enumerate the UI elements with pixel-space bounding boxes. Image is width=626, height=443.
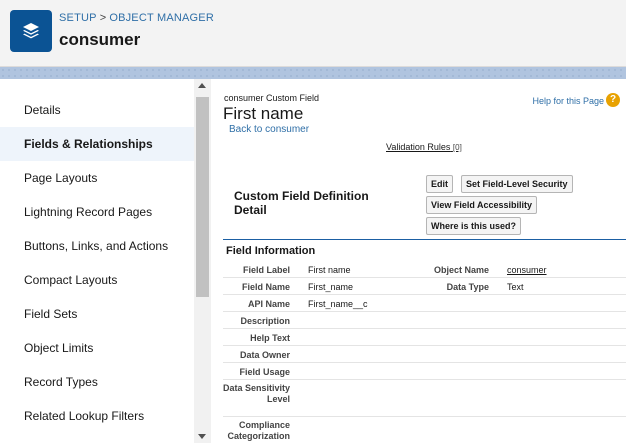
breadcrumb-object-manager-link[interactable]: OBJECT MANAGER [109,12,214,24]
object-name-label: Object Name [433,265,489,275]
description-label: Description [240,316,290,326]
field-label-label: Field Label [242,265,290,275]
sidebar-item-fields-relationships[interactable]: Fields & Relationships [0,127,194,161]
breadcrumb: SETUP > OBJECT MANAGER [59,12,214,24]
back-link[interactable]: Back to consumer [229,124,309,135]
page-title: First name [223,104,304,123]
help-text-label: Help Text [250,333,290,343]
help-icon[interactable]: ? [606,93,620,107]
sidebar-item-details[interactable]: Details [0,93,194,127]
sidebar-item-buttons-links-actions[interactable]: Buttons, Links, and Actions [0,229,194,263]
sidebar-item-compact-layouts[interactable]: Compact Layouts [0,263,194,297]
set-field-level-security-button[interactable]: Set Field-Level Security [461,175,573,193]
table-row: Field Usage [223,363,626,380]
validation-rules-link[interactable]: Validation Rules [0] [386,142,462,152]
section-divider [223,239,626,240]
object-name-link[interactable]: consumer [507,265,547,275]
data-type-label: Data Type [446,282,489,292]
table-row: Description [223,312,626,329]
edit-button[interactable]: Edit [426,175,453,193]
page-subtitle: consumer Custom Field [224,93,320,103]
sidebar-item-related-lookup-filters[interactable]: Related Lookup Filters [0,399,194,433]
data-owner-label: Data Owner [239,350,290,360]
decorative-stripe [0,67,626,79]
help-link[interactable]: Help for this Page [532,96,604,106]
table-row: API Name First_name__c [223,295,626,312]
scroll-thumb[interactable] [196,97,209,297]
layers-icon [10,10,52,52]
table-row: Help Text [223,329,626,346]
breadcrumb-separator: > [99,12,107,24]
sidebar: Details Fields & Relationships Page Layo… [0,79,194,443]
sidebar-item-field-sets[interactable]: Field Sets [0,297,194,331]
table-row: Data Owner [223,346,626,363]
sidebar-item-record-types[interactable]: Record Types [0,365,194,399]
field-name-value: First_name [308,282,354,292]
compliance-categorization-label: Compliance Categorization [227,420,290,441]
field-name-label: Field Name [241,282,290,292]
validation-rules-count: [0] [452,143,462,152]
table-row: Field Label First name Object Name consu… [223,261,626,278]
scroll-up-arrow-icon[interactable] [198,83,206,88]
page-header: SETUP > OBJECT MANAGER consumer [0,0,626,67]
main-content: consumer Custom Field First name Back to… [216,79,626,443]
view-field-accessibility-button[interactable]: View Field Accessibility [426,196,538,214]
data-sensitivity-level-label: Data Sensitivity Level [222,383,290,404]
field-label-value: First name [308,265,351,275]
table-row: Data Sensitivity Level [223,380,626,417]
validation-rules-label[interactable]: Validation Rules [386,142,450,152]
sidebar-scrollbar[interactable] [194,79,211,443]
object-title: consumer [59,30,141,49]
section-header: Custom Field Definition Detail [234,189,369,217]
sidebar-item-lightning-record-pages[interactable]: Lightning Record Pages [0,195,194,229]
sidebar-item-page-layouts[interactable]: Page Layouts [0,161,194,195]
breadcrumb-setup-link[interactable]: SETUP [59,12,97,24]
table-row: Field Name First_name Data Type Text [223,278,626,295]
where-is-this-used-button[interactable]: Where is this used? [426,217,522,235]
api-name-label: API Name [247,299,290,309]
data-type-value: Text [507,282,524,292]
field-information-title: Field Information [226,245,316,257]
field-usage-label: Field Usage [239,367,290,377]
sidebar-item-object-limits[interactable]: Object Limits [0,331,194,365]
scroll-down-arrow-icon[interactable] [198,434,206,439]
table-row: Compliance Categorization [223,417,626,443]
field-information-table: Field Label First name Object Name consu… [223,261,626,443]
api-name-value: First_name__c [308,299,368,309]
